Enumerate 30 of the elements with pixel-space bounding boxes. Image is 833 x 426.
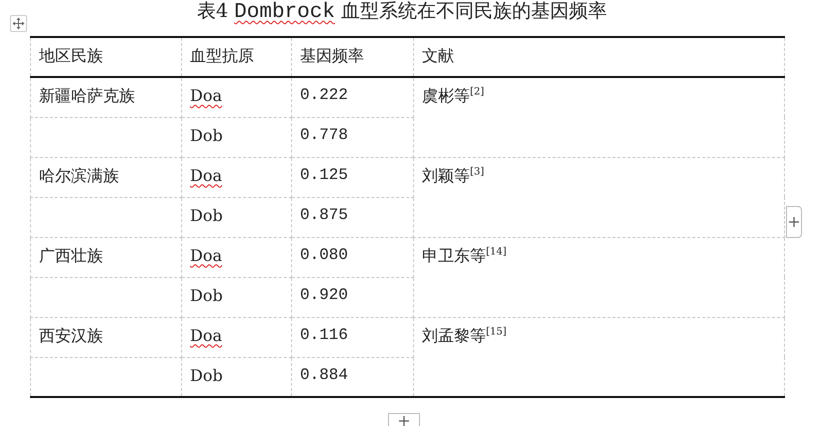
plus-icon	[398, 415, 410, 426]
table-cell: 刘颖等$^{[3]}$	[414, 157, 784, 237]
table-cell: 0.116	[292, 317, 414, 357]
add-column-button[interactable]	[786, 206, 802, 238]
table-cell: 虞彬等$^{[2]}$	[414, 77, 784, 157]
table-cell: 刘孟黎等$^{[15]}$	[414, 317, 784, 397]
table-cell: 广西壮族	[30, 237, 182, 277]
column-header: 文献	[414, 37, 784, 77]
antigen-text: Doa	[190, 166, 222, 184]
add-row-button[interactable]	[388, 413, 420, 426]
antigen-text: Doa	[190, 326, 222, 344]
column-header: 血型抗原	[182, 37, 292, 77]
table-cell: 哈尔滨满族	[30, 157, 182, 197]
antigen-text: Dob	[190, 366, 223, 384]
table-cell: 新疆哈萨克族	[30, 77, 182, 117]
antigen-text: Doa	[190, 86, 222, 105]
antigen-text: Doa	[190, 246, 222, 264]
table-cell: 西安汉族	[30, 317, 182, 357]
antigen-text: Dob	[190, 286, 223, 304]
column-header: 基因频率	[292, 37, 414, 77]
table-cell: 申卫东等$^{[14]}$	[414, 237, 784, 317]
antigen-text: Dob	[190, 126, 223, 144]
table-cell: 0.080	[292, 237, 414, 277]
move-handle-icon[interactable]	[10, 15, 27, 32]
table-cell: 0.125	[292, 157, 414, 197]
table-caption: 表4 Dombrock 血型系统在不同民族的基因频率	[197, 0, 608, 24]
plus-icon	[788, 216, 800, 228]
antigen-text: Dob	[190, 206, 223, 224]
column-header: 地区民族	[30, 37, 182, 77]
table-cell: 0.222	[292, 77, 414, 117]
